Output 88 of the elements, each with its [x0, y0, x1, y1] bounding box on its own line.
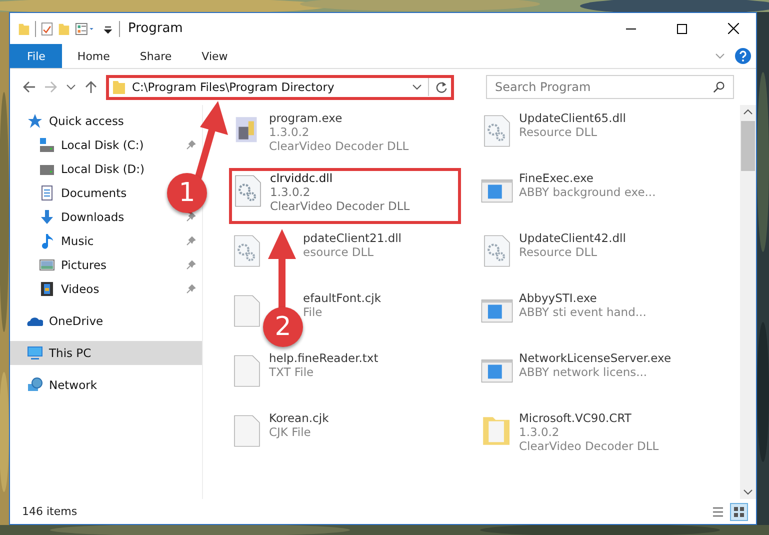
pin-icon[interactable] — [186, 212, 196, 222]
checklist-icon[interactable] — [41, 20, 53, 36]
file-name[interactable]: efaultFont.cjk — [303, 291, 382, 305]
file-name[interactable]: UpdateClient42.dll — [519, 231, 626, 245]
up-arrow-icon[interactable] — [84, 80, 98, 94]
picture-icon — [39, 257, 55, 273]
ribbon-tab[interactable]: Home — [62, 44, 125, 68]
sidebar-item[interactable]: Local Disk (D:) — [10, 157, 149, 181]
step-badge: 2 — [263, 307, 303, 347]
file-name[interactable]: help.fineReader.txt — [269, 351, 378, 365]
file-detail: Resource DLL — [519, 245, 598, 259]
ribbon-tab[interactable]: File — [10, 44, 62, 68]
file-detail: ABBY sti event hand... — [519, 305, 646, 319]
step-badge: 1 — [167, 173, 207, 213]
maximize-icon — [677, 24, 687, 34]
chevron-down-icon[interactable] — [66, 84, 76, 90]
file-name[interactable]: AbbyySTI.exe — [519, 291, 597, 305]
sidebar-item[interactable]: Quick access — [10, 109, 128, 133]
network-icon — [27, 377, 43, 393]
file-name[interactable]: Korean.cjk — [269, 411, 329, 425]
star-icon — [27, 113, 43, 129]
address-path: C:\Program Files\Program Directory — [132, 80, 336, 94]
file-detail: ClearVideo Decoder DLL — [270, 199, 410, 213]
sidebar-item[interactable]: Network — [10, 373, 102, 397]
file-detail: TXT File — [269, 365, 314, 379]
sidebar-item[interactable]: OneDrive — [10, 309, 108, 333]
file-detail: Resource DLL — [519, 125, 598, 139]
pin-icon[interactable] — [186, 140, 196, 150]
file-detail: 1.3.0.2 — [519, 425, 560, 439]
ribbon-tab[interactable]: View — [186, 44, 243, 68]
file-name[interactable]: pdateClient21.dll — [303, 231, 402, 245]
file-name[interactable]: NetworkLicenseServer.exe — [519, 351, 672, 365]
scrollbar[interactable] — [740, 105, 756, 499]
blank-file-icon[interactable] — [231, 355, 263, 387]
refresh-icon[interactable] — [435, 80, 448, 94]
file-detail: CJK File — [269, 425, 311, 439]
file-detail: ClearVideo Decoder DLL — [519, 439, 659, 453]
file-name[interactable]: Microsoft.VC90.CRT — [519, 411, 632, 425]
sidebar-item[interactable]: Music — [10, 229, 98, 253]
file-detail: ABBY background exe... — [519, 185, 656, 199]
blank-file-icon[interactable] — [231, 295, 263, 327]
tiles-view-icon[interactable] — [730, 502, 748, 520]
download-arrow-icon — [39, 209, 55, 225]
search-field[interactable]: Search Program — [486, 75, 734, 99]
pin-icon[interactable] — [186, 236, 196, 246]
monitor-icon — [27, 345, 43, 361]
file-detail: 1.3.0.2 — [270, 185, 310, 199]
gear-file-icon[interactable] — [232, 175, 264, 207]
drive-icon — [39, 137, 55, 153]
file-detail: ABBY network licens... — [519, 365, 648, 379]
pin-icon[interactable] — [186, 260, 196, 270]
item-count: 146 items — [22, 505, 78, 518]
scroll-down-icon[interactable] — [743, 489, 753, 495]
file-name[interactable]: FineExec.exe — [519, 171, 594, 185]
file-name[interactable]: program.exe — [269, 111, 342, 125]
gear-file-icon[interactable] — [481, 235, 513, 267]
scrollbar-thumb[interactable] — [741, 121, 755, 171]
folder-icon — [112, 79, 126, 95]
file-detail: 1.3.0.2 — [269, 125, 310, 139]
forward-arrow-icon[interactable] — [44, 80, 58, 94]
back-arrow-icon[interactable] — [22, 80, 36, 94]
sidebar-item[interactable]: Videos — [10, 277, 104, 301]
sidebar-item[interactable]: Documents — [10, 181, 131, 205]
file-detail: esource DLL — [303, 245, 374, 259]
file-name[interactable]: clrviddc.dll — [270, 171, 333, 185]
file-name[interactable]: UpdateClient65.dll — [519, 111, 626, 125]
sidebar-item[interactable]: Downloads — [10, 205, 128, 229]
close-icon — [728, 23, 738, 34]
sidebar-item[interactable]: This PC — [10, 341, 202, 365]
document-icon — [39, 185, 55, 201]
blank-file-icon[interactable] — [231, 415, 263, 447]
sidebar-item[interactable]: Pictures — [10, 253, 111, 277]
file-detail: ClearVideo Decoder DLL — [269, 139, 409, 153]
help-icon[interactable] — [735, 48, 751, 64]
minimize-icon — [626, 28, 636, 30]
search-icon — [713, 81, 725, 93]
pin-icon[interactable] — [186, 284, 196, 294]
film-icon — [39, 281, 55, 297]
sidebar-item[interactable]: Local Disk (C:) — [10, 133, 148, 157]
music-note-icon — [39, 233, 55, 249]
window-title: Program — [128, 21, 183, 36]
ribbon-tab[interactable]: Share — [124, 44, 187, 68]
gear-file-icon[interactable] — [231, 235, 263, 267]
file-detail: File — [303, 305, 322, 319]
address-bar[interactable]: C:\Program Files\Program Directory — [106, 74, 454, 100]
gear-file-icon[interactable] — [481, 115, 513, 147]
chevron-down-icon[interactable] — [412, 84, 422, 90]
scroll-up-icon[interactable] — [743, 109, 753, 115]
